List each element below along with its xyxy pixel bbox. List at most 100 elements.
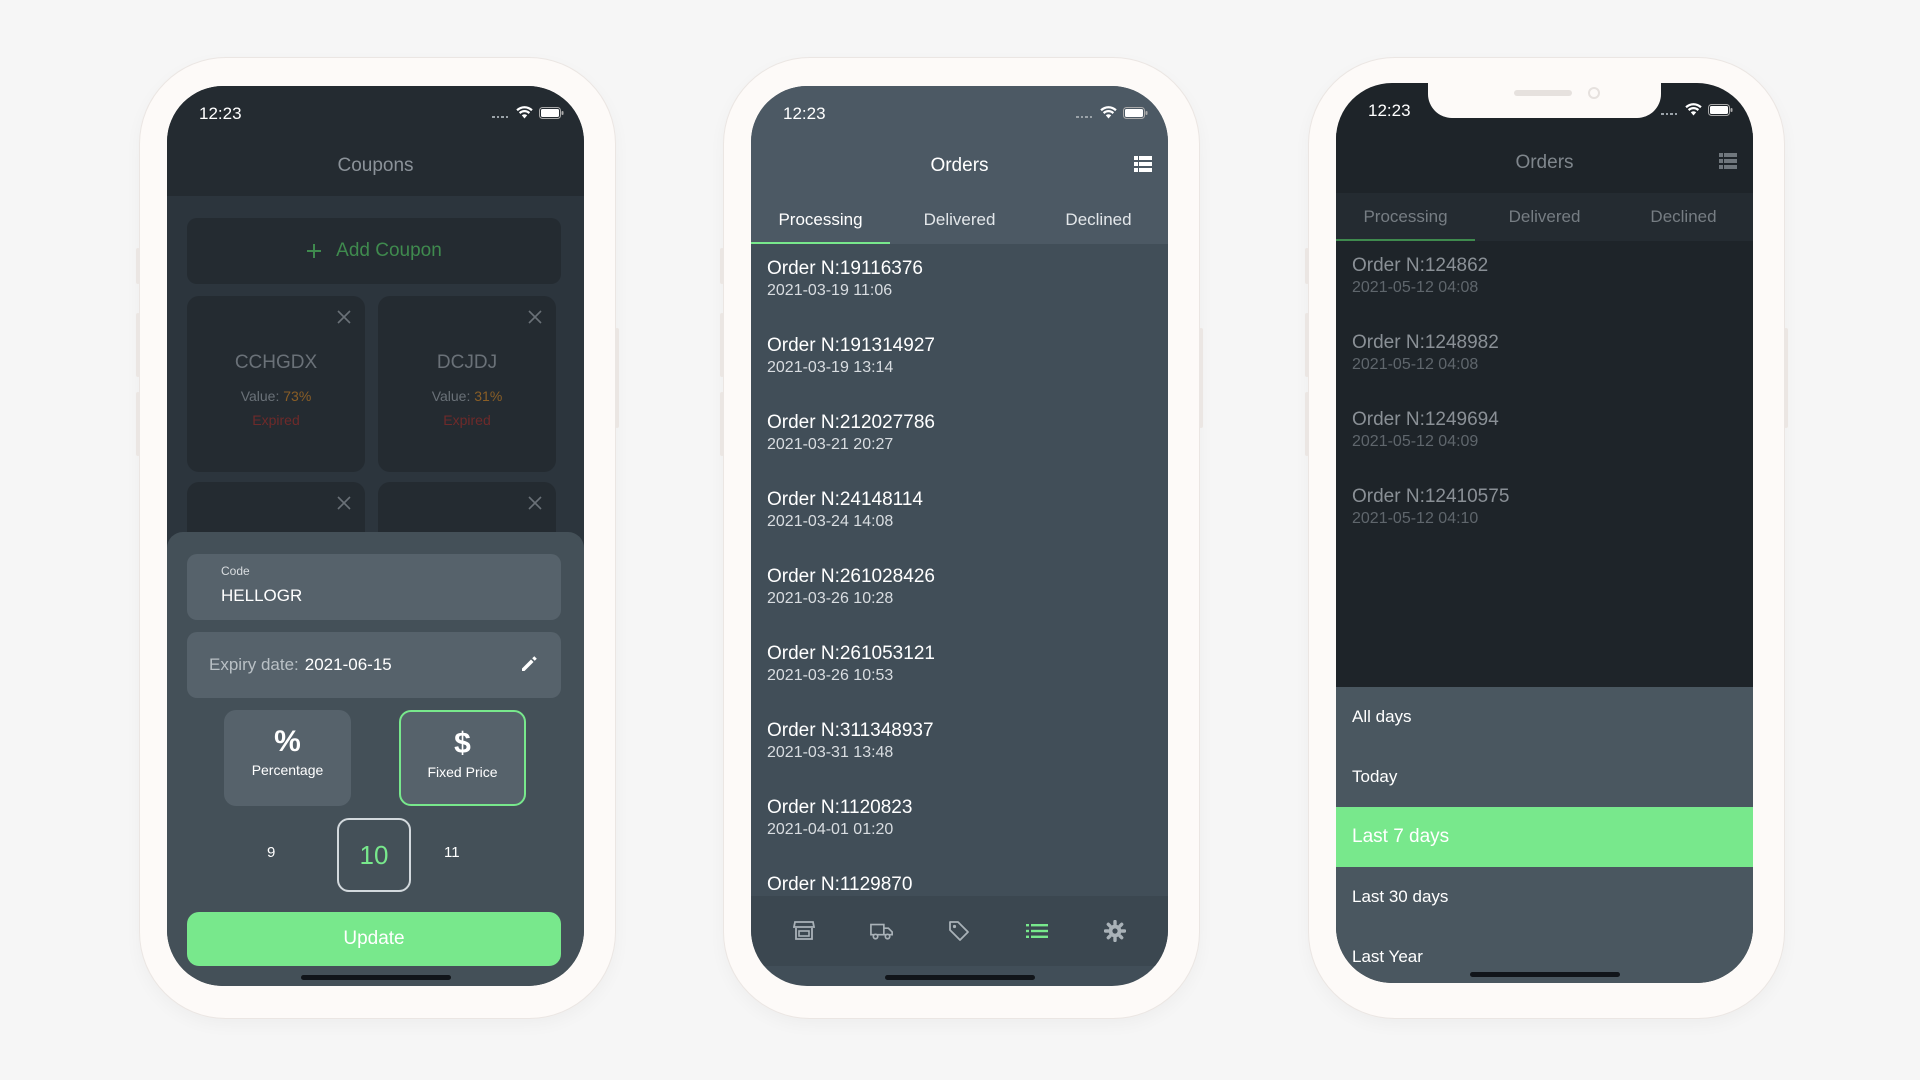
filter-option-all-days[interactable]: All days bbox=[1336, 687, 1753, 747]
list-item[interactable]: Order N:12410575 2021-05-12 04:10 bbox=[1352, 486, 1509, 528]
expiry-date-label: Expiry date: bbox=[209, 655, 299, 674]
list-item[interactable]: Order N:24148114 2021-03-24 14:08 bbox=[767, 489, 923, 531]
page-title: Orders bbox=[751, 136, 1168, 196]
coupon-card[interactable]: CCHGDX Value: 73% Expired bbox=[187, 296, 365, 472]
battery-icon bbox=[1123, 106, 1148, 119]
pencil-icon[interactable] bbox=[519, 654, 539, 674]
list-item[interactable]: Order N:19116376 2021-03-19 11:06 bbox=[767, 258, 923, 300]
tab-declined[interactable]: Declined bbox=[1614, 193, 1753, 241]
status-time: 12:23 bbox=[199, 104, 242, 123]
store-icon bbox=[792, 921, 815, 940]
update-button[interactable]: Update bbox=[187, 912, 561, 966]
screen-coupons: 12:23 Coupons Add Coupon CCHGDX Value: 7… bbox=[167, 86, 584, 986]
code-field-value: HELLOGR bbox=[221, 586, 303, 605]
list-item[interactable]: Order N:1248982 2021-05-12 04:08 bbox=[1352, 332, 1499, 374]
wifi-icon bbox=[516, 106, 533, 119]
close-icon[interactable] bbox=[337, 310, 351, 324]
list-item[interactable]: Order N:212027786 2021-03-21 20:27 bbox=[767, 412, 935, 454]
dollar-icon: $ bbox=[454, 727, 471, 760]
code-field[interactable]: Code HELLOGR bbox=[187, 554, 561, 620]
tab-processing[interactable]: Processing bbox=[1336, 193, 1475, 241]
wifi-icon bbox=[1100, 106, 1117, 119]
coupon-value: Value: 31% bbox=[431, 388, 503, 404]
code-field-label: Code bbox=[221, 564, 250, 578]
list-view-icon[interactable] bbox=[1719, 153, 1737, 169]
expiry-date-field[interactable]: Expiry date: 2021-06-15 bbox=[187, 632, 561, 698]
signal-icon bbox=[1076, 108, 1094, 118]
tab-delivered[interactable]: Delivered bbox=[890, 196, 1029, 244]
battery-icon bbox=[539, 106, 564, 119]
coupon-code: CCHGDX bbox=[234, 352, 318, 373]
coupon-status: Expired bbox=[252, 412, 300, 428]
percent-icon: % bbox=[274, 725, 301, 758]
fixed-price-label: Fixed Price bbox=[427, 764, 498, 780]
percentage-label: Percentage bbox=[251, 762, 324, 778]
list-item[interactable]: Order N:1120823 2021-04-01 01:20 bbox=[767, 797, 912, 839]
list-item[interactable]: Order N:1249694 2021-05-12 04:09 bbox=[1352, 409, 1499, 451]
status-time: 12:23 bbox=[1368, 101, 1411, 120]
signal-icon bbox=[1661, 105, 1679, 115]
list-item[interactable]: Order N:261028426 2021-03-26 10:28 bbox=[767, 566, 935, 608]
gear-icon bbox=[1104, 920, 1127, 942]
filter-option-last-7-days[interactable]: Last 7 days bbox=[1336, 807, 1753, 867]
tab-delivered[interactable]: Delivered bbox=[1475, 193, 1614, 241]
battery-icon bbox=[1708, 103, 1733, 116]
phone-coupons: 12:23 Coupons Add Coupon CCHGDX Value: 7… bbox=[136, 58, 619, 1018]
coupon-code: DCJDJ bbox=[436, 352, 498, 373]
filter-option-today[interactable]: Today bbox=[1336, 747, 1753, 807]
status-bar: 12:23 bbox=[751, 86, 1168, 136]
home-indicator bbox=[1470, 972, 1620, 977]
close-icon[interactable] bbox=[337, 496, 351, 510]
add-coupon-label: Add Coupon bbox=[336, 240, 442, 261]
orders-tab[interactable] bbox=[1025, 919, 1049, 943]
settings-tab[interactable] bbox=[1103, 919, 1127, 943]
status-bar: 12:23 bbox=[1336, 83, 1753, 133]
add-coupon-button[interactable]: Add Coupon bbox=[187, 218, 561, 284]
date-filter-menu: All days Today Last 7 days Last 30 days … bbox=[1336, 687, 1753, 983]
screen-orders-filter: 12:23 Orders Processing Delivered Declin… bbox=[1336, 83, 1753, 983]
status-time: 12:23 bbox=[783, 104, 826, 123]
order-tabs: Processing Delivered Declined bbox=[751, 196, 1168, 244]
stepper-prev-value[interactable]: 9 bbox=[267, 844, 275, 861]
tag-icon bbox=[949, 921, 970, 941]
tab-declined[interactable]: Declined bbox=[1029, 196, 1168, 244]
stepper-current-value[interactable]: 10 bbox=[337, 818, 411, 892]
truck-icon bbox=[869, 923, 893, 940]
wifi-icon bbox=[1685, 103, 1702, 116]
order-tabs: Processing Delivered Declined bbox=[1336, 193, 1753, 241]
signal-icon bbox=[492, 108, 510, 118]
store-tab[interactable] bbox=[792, 919, 816, 943]
tab-processing[interactable]: Processing bbox=[751, 196, 890, 244]
page-title: Orders bbox=[1336, 133, 1753, 193]
expiry-date-value: 2021-06-15 bbox=[304, 655, 392, 674]
phone-orders-filter: 12:23 Orders Processing Delivered Declin… bbox=[1305, 58, 1788, 1018]
coupon-value: Value: 73% bbox=[240, 388, 312, 404]
home-indicator bbox=[301, 975, 451, 980]
list-view-icon[interactable] bbox=[1134, 156, 1152, 172]
list-icon bbox=[1026, 924, 1049, 938]
list-item[interactable]: Order N:191314927 2021-03-19 13:14 bbox=[767, 335, 935, 377]
list-item[interactable]: Order N:1129870 bbox=[767, 874, 912, 898]
delivery-tab[interactable] bbox=[869, 919, 894, 943]
filter-option-last-30-days[interactable]: Last 30 days bbox=[1336, 867, 1753, 927]
edit-coupon-sheet: Code HELLOGR Expiry date: 2021-06-15 % P… bbox=[167, 532, 584, 986]
coupons-tab[interactable] bbox=[947, 919, 971, 943]
close-icon[interactable] bbox=[528, 496, 542, 510]
bottom-tab-bar bbox=[751, 896, 1168, 966]
stepper-next-value[interactable]: 11 bbox=[444, 844, 460, 861]
status-bar: 12:23 bbox=[167, 86, 584, 136]
home-indicator bbox=[885, 975, 1035, 980]
phone-orders: 12:23 Orders Processing Delivered Declin… bbox=[720, 58, 1203, 1018]
coupon-status: Expired bbox=[443, 412, 491, 428]
close-icon[interactable] bbox=[528, 310, 542, 324]
fixed-price-type-button[interactable]: $ Fixed Price bbox=[399, 710, 526, 806]
list-item[interactable]: Order N:124862 2021-05-12 04:08 bbox=[1352, 255, 1488, 297]
list-item[interactable]: Order N:311348937 2021-03-31 13:48 bbox=[767, 720, 934, 762]
showcase-canvas: 12:23 Coupons Add Coupon CCHGDX Value: 7… bbox=[0, 0, 1920, 1080]
screen-orders: 12:23 Orders Processing Delivered Declin… bbox=[751, 86, 1168, 986]
plus-icon bbox=[307, 244, 322, 258]
percentage-type-button[interactable]: % Percentage bbox=[224, 710, 351, 806]
list-item[interactable]: Order N:261053121 2021-03-26 10:53 bbox=[767, 643, 935, 685]
coupon-card[interactable]: DCJDJ Value: 31% Expired bbox=[378, 296, 556, 472]
page-title: Coupons bbox=[167, 136, 584, 196]
